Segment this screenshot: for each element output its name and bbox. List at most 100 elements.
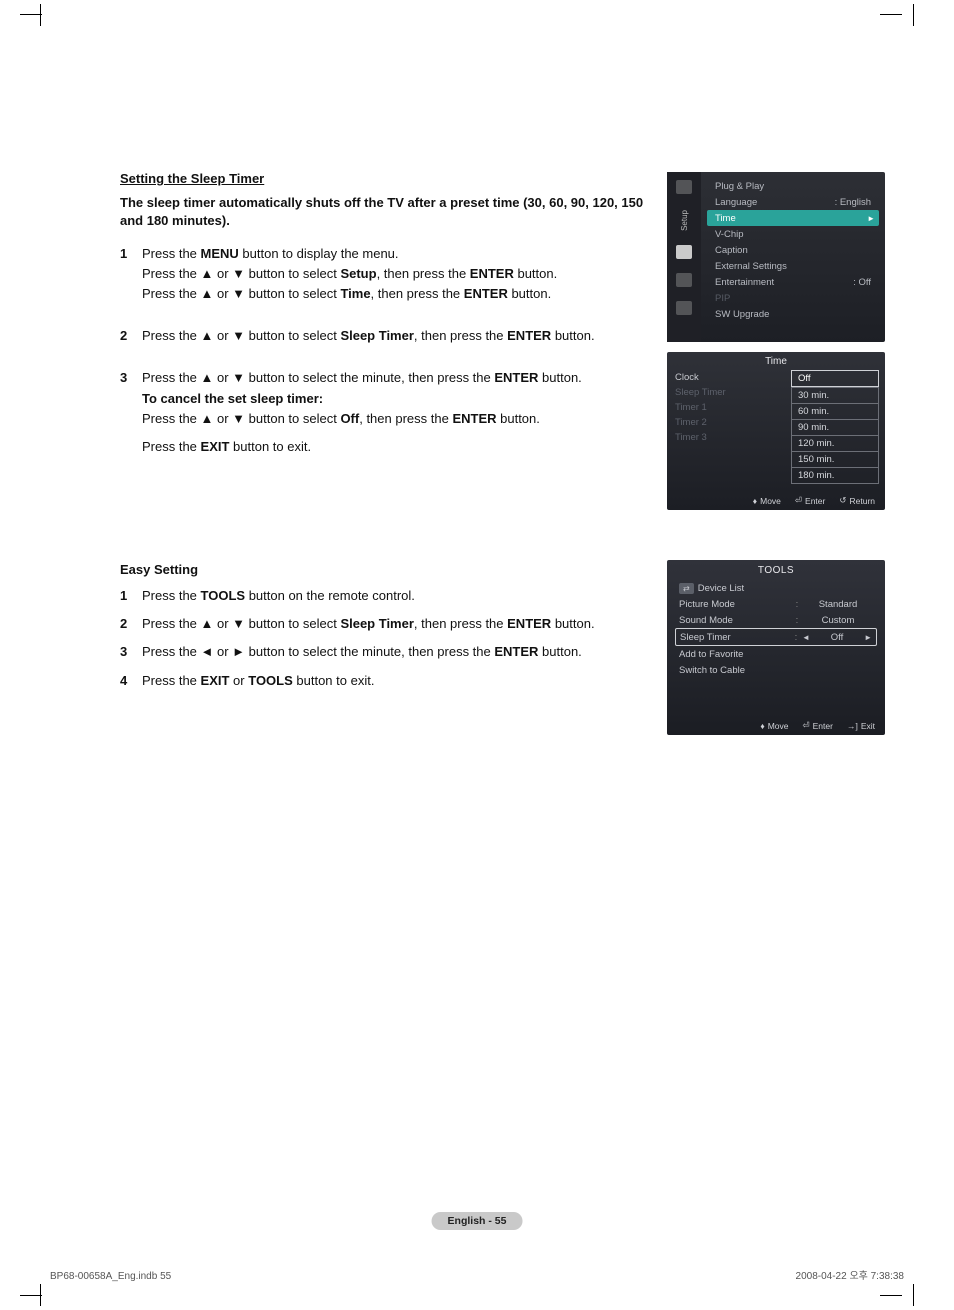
- step-line: Press the ▲ or ▼ button to select Setup,…: [142, 265, 650, 283]
- tools-item-label: Sleep Timer: [680, 632, 790, 643]
- osd-option-item[interactable]: 90 min.: [791, 419, 879, 435]
- right-arrow-icon[interactable]: ►: [864, 633, 872, 642]
- crop-mark: [40, 4, 41, 26]
- menu-item-value: : Off: [853, 277, 871, 288]
- crop-mark: [20, 14, 42, 15]
- step-line: Press the ◄ or ► button to select the mi…: [142, 642, 650, 662]
- osd-menu-item[interactable]: Language : English: [707, 194, 879, 210]
- step-body: Press the MENU button to display the men…: [142, 245, 650, 306]
- section-title: Setting the Sleep Timer: [120, 170, 650, 188]
- osd-option-item[interactable]: 30 min.: [791, 387, 879, 403]
- crop-mark: [913, 4, 914, 26]
- section-sleep-timer: Setting the Sleep Timer The sleep timer …: [120, 170, 650, 480]
- crop-mark: [880, 14, 902, 15]
- step-line: Press the EXIT or TOOLS button to exit.: [142, 671, 650, 691]
- sidebar-label: Setup: [680, 210, 689, 231]
- move-hint: ♦ Move: [753, 495, 781, 506]
- move-hint: ♦ Move: [760, 720, 788, 731]
- step-body: Press the EXIT or TOOLS button to exit.: [142, 671, 650, 693]
- menu-item-label: Language: [715, 197, 757, 208]
- osd-menu-item[interactable]: Entertainment : Off: [707, 274, 879, 290]
- osd-menu-item[interactable]: Time: [707, 210, 879, 226]
- footer-filename: BP68-00658A_Eng.indb 55: [50, 1271, 171, 1282]
- crop-mark: [913, 1284, 914, 1306]
- osd-menu-item[interactable]: PIP: [707, 290, 879, 306]
- step: 4Press the EXIT or TOOLS button to exit.: [120, 671, 650, 693]
- step-body: Press the ▲ or ▼ button to select Sleep …: [142, 327, 650, 347]
- step-body: Press the TOOLS button on the remote con…: [142, 586, 650, 608]
- step: 2Press the ▲ or ▼ button to select Sleep…: [120, 327, 650, 347]
- value-text: Off: [831, 632, 844, 643]
- osd-tools-menu: TOOLS ⇄Device ListPicture Mode:StandardS…: [667, 560, 885, 735]
- menu-item-value: : English: [835, 197, 871, 208]
- step-line: Press the ▲ or ▼ button to select Off, t…: [142, 410, 650, 428]
- menu-item-label: External Settings: [715, 261, 787, 272]
- crop-mark: [880, 1295, 902, 1296]
- osd-footer: ♦ Move ⏎ Enter →] Exit: [667, 720, 885, 731]
- menu-item-label: Time: [715, 213, 736, 224]
- osd-option-item[interactable]: 120 min.: [791, 435, 879, 451]
- gear-icon: [676, 245, 692, 259]
- menu-item-label: PIP: [715, 293, 730, 304]
- tools-item-label: Add to Favorite: [679, 649, 873, 660]
- menu-item-label: Plug & Play: [715, 181, 764, 192]
- osd-footer: ♦ Move ⏎ Enter ↺ Return: [667, 495, 885, 506]
- step: 1Press the MENU button to display the me…: [120, 245, 650, 306]
- osd-tools-item[interactable]: ⇄Device List: [675, 580, 877, 596]
- step: 3Press the ◄ or ► button to select the m…: [120, 642, 650, 664]
- step-line: Press the TOOLS button on the remote con…: [142, 586, 650, 606]
- step-number: 4: [120, 671, 142, 693]
- step-number: 2: [120, 327, 142, 347]
- step-line: Press the ▲ or ▼ button to select Time, …: [142, 285, 650, 303]
- osd-tools-item[interactable]: Picture Mode:Standard: [675, 596, 877, 612]
- osd-menu-item[interactable]: External Settings: [707, 258, 879, 274]
- manual-page: { "section1": { "title": "Setting the Sl…: [0, 0, 954, 1310]
- osd-option-item[interactable]: Off: [791, 370, 879, 387]
- osd-left-item[interactable]: Clock: [673, 370, 791, 385]
- page-number-badge: English - 55: [432, 1212, 523, 1230]
- osd-menu-item[interactable]: V-Chip: [707, 226, 879, 242]
- step-number: 1: [120, 245, 142, 306]
- osd-tools-item[interactable]: Sleep Timer:◄ Off ►: [675, 628, 877, 646]
- osd-option-item[interactable]: 150 min.: [791, 451, 879, 467]
- tools-item-label: Switch to Cable: [679, 665, 873, 676]
- osd-left-item[interactable]: Timer 2: [673, 415, 791, 430]
- osd-menu-item[interactable]: SW Upgrade: [707, 306, 879, 322]
- step-body: Press the ◄ or ► button to select the mi…: [142, 642, 650, 664]
- osd-menu-item[interactable]: Caption: [707, 242, 879, 258]
- osd-option-item[interactable]: 60 min.: [791, 403, 879, 419]
- picture-icon: [676, 180, 692, 194]
- step-line: Press the ▲ or ▼ button to select Sleep …: [142, 614, 650, 634]
- osd-title: TOOLS: [667, 560, 885, 580]
- colon: :: [791, 615, 803, 626]
- step: 3Press the ▲ or ▼ button to select the m…: [120, 369, 650, 458]
- colon: :: [790, 632, 802, 643]
- osd-tools-item[interactable]: Switch to Cable: [675, 662, 877, 678]
- footer-timestamp: 2008-04-22 오후 7:38:38: [796, 1267, 904, 1282]
- osd-tools-item[interactable]: Add to Favorite: [675, 646, 877, 662]
- osd-left-item[interactable]: Timer 3: [673, 430, 791, 445]
- osd-tools-item[interactable]: Sound Mode:Custom: [675, 612, 877, 628]
- tools-item-value: ◄ Off ►: [802, 632, 872, 643]
- osd-time-menu: Time ClockSleep TimerTimer 1Timer 2Timer…: [667, 352, 885, 510]
- osd-options-list: Off30 min.60 min.90 min.120 min.150 min.…: [791, 370, 879, 484]
- colon: :: [791, 599, 803, 610]
- step-body: Press the ▲ or ▼ button to select the mi…: [142, 369, 650, 458]
- enter-hint: ⏎ Enter: [803, 720, 833, 731]
- left-arrow-icon[interactable]: ◄: [802, 633, 810, 642]
- osd-left-list: ClockSleep TimerTimer 1Timer 2Timer 3: [673, 370, 791, 484]
- section-title: Easy Setting: [120, 560, 650, 580]
- tools-item-value: Custom: [803, 615, 873, 626]
- osd-left-item[interactable]: Sleep Timer: [673, 385, 791, 400]
- osd-menu-item[interactable]: Plug & Play: [707, 178, 879, 194]
- section-intro: The sleep timer automatically shuts off …: [120, 194, 650, 230]
- menu-item-label: Entertainment: [715, 277, 774, 288]
- step-line: To cancel the set sleep timer:: [142, 390, 650, 408]
- osd-menu-list: Plug & Play Language : English Time V-ChipCa…: [707, 178, 879, 322]
- menu-item-label: SW Upgrade: [715, 309, 769, 320]
- step-line: Press the EXIT button to exit.: [142, 438, 650, 456]
- osd-option-item[interactable]: 180 min.: [791, 467, 879, 484]
- osd-left-item[interactable]: Timer 1: [673, 400, 791, 415]
- step-line: Press the ▲ or ▼ button to select the mi…: [142, 369, 650, 387]
- section-easy-setting: Easy Setting 1Press the TOOLS button on …: [120, 560, 650, 699]
